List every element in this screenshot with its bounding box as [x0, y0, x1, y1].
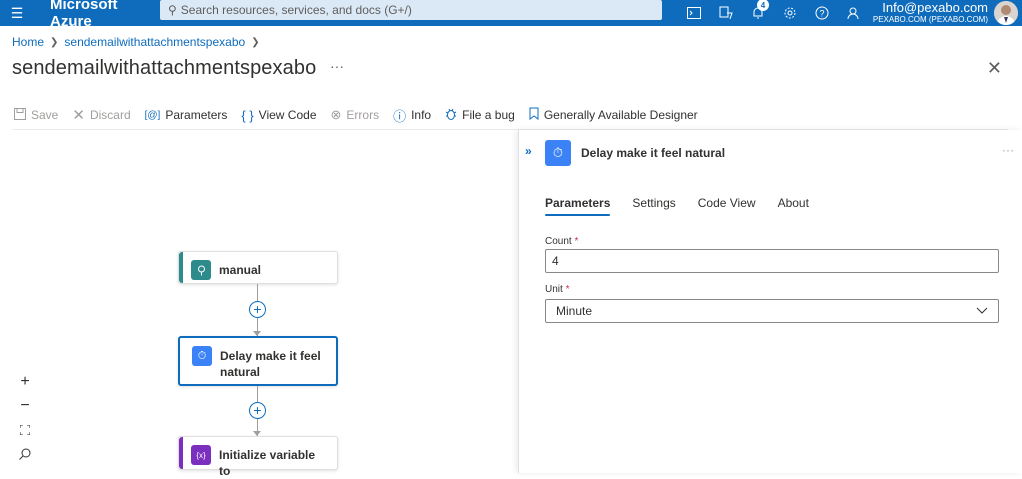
page-title: sendemailwithattachmentspexabo	[12, 57, 317, 79]
unit-label-text: Unit	[545, 284, 563, 295]
required-marker: *	[574, 236, 579, 247]
account-info[interactable]: Info@pexabo.com PEXABO.COM (PEXABO.COM)	[873, 0, 988, 24]
node-label: Delay make it feel natural	[220, 349, 321, 379]
svg-text:?: ?	[819, 9, 824, 19]
node-label: manual	[219, 263, 262, 277]
errors-button[interactable]: ⊗ Errors	[331, 107, 380, 123]
directory-filter-icon[interactable]	[710, 0, 742, 26]
zoom-controls: + −	[12, 370, 38, 466]
discard-label: Discard	[89, 108, 131, 122]
info-icon: ⓘ	[393, 108, 407, 124]
tab-parameters[interactable]: Parameters	[545, 196, 611, 216]
panel-tabs: Parameters Settings Code View About	[545, 196, 809, 216]
count-field-label: Count *	[545, 236, 578, 247]
bug-icon	[445, 107, 457, 123]
breadcrumb-home[interactable]: Home	[12, 35, 44, 49]
view-code-button[interactable]: { } View Code	[241, 108, 316, 123]
insert-step-button[interactable]: +	[249, 301, 266, 318]
notification-badge: 4	[757, 0, 769, 11]
node-delay[interactable]: ⏱ Delay make it feel natural	[178, 336, 338, 386]
fit-view-icon[interactable]	[12, 418, 38, 442]
more-options-icon[interactable]: ···	[1002, 143, 1014, 157]
tab-code-view[interactable]: Code View	[698, 196, 756, 216]
chevron-right-icon: ❯	[50, 36, 59, 48]
parameters-icon: [@]	[144, 109, 161, 121]
parameters-button[interactable]: [@] Parameters	[145, 108, 228, 122]
unit-selected-value: Minute	[556, 304, 593, 318]
panel-title[interactable]: Delay make it feel natural	[581, 146, 725, 160]
bookmark-icon	[529, 107, 539, 123]
save-icon	[14, 107, 26, 123]
close-button[interactable]: ✕	[987, 58, 1002, 79]
parameters-label: Parameters	[165, 108, 228, 122]
workflow-canvas[interactable]: manual + ⏱ Delay make it feel natural + …	[0, 130, 518, 478]
code-braces-icon: { }	[241, 107, 254, 123]
account-name: Info@pexabo.com	[882, 0, 988, 15]
trigger-icon	[191, 260, 211, 280]
chevron-down-icon	[976, 304, 988, 318]
unit-field-label: Unit *	[545, 284, 569, 295]
search-zoom-icon[interactable]	[12, 442, 38, 466]
required-marker: *	[565, 284, 570, 295]
breadcrumb-current[interactable]: sendemailwithattachmentspexabo	[64, 35, 245, 49]
search-icon: ⚲	[168, 3, 177, 17]
insert-step-button[interactable]: +	[249, 402, 266, 419]
action-details-panel: » ⏱ Delay make it feel natural ··· Param…	[518, 130, 1022, 473]
unit-dropdown[interactable]: Minute	[545, 299, 999, 323]
node-label: Initialize variable to	[219, 448, 316, 478]
info-button[interactable]: ⓘ Info	[393, 106, 431, 125]
file-bug-label: File a bug	[462, 108, 515, 122]
designer-label: Generally Available Designer	[543, 108, 698, 122]
discard-x-icon: ✕	[72, 107, 85, 124]
more-options-button[interactable]: ···	[330, 58, 344, 74]
collapse-panel-icon[interactable]: »	[525, 144, 532, 158]
tab-settings[interactable]: Settings	[632, 196, 675, 216]
errors-label: Errors	[346, 108, 380, 122]
designer-button[interactable]: Generally Available Designer	[529, 107, 698, 123]
timer-icon: ⏱	[192, 346, 212, 366]
error-circle-icon: ⊗	[330, 107, 342, 122]
feedback-icon[interactable]	[838, 0, 870, 26]
variable-icon: {x}	[191, 445, 211, 465]
file-bug-button[interactable]: File a bug	[445, 107, 515, 123]
brand-label[interactable]: Microsoft Azure	[50, 0, 160, 30]
settings-gear-icon[interactable]	[774, 0, 806, 26]
node-manual-trigger[interactable]: manual	[178, 251, 338, 284]
chevron-right-icon: ❯	[251, 36, 260, 48]
top-bar: ☰ Microsoft Azure ⚲ 4 ? Info@pexabo.com …	[0, 0, 1022, 30]
save-label: Save	[31, 108, 59, 122]
account-directory: PEXABO.COM (PEXABO.COM)	[872, 15, 988, 24]
avatar[interactable]	[994, 1, 1018, 25]
cloud-shell-icon[interactable]	[678, 0, 710, 26]
notifications-icon[interactable]: 4	[742, 0, 774, 26]
menu-icon[interactable]: ☰	[0, 0, 34, 26]
designer-toolbar: Save ✕ Discard [@] Parameters { } View C…	[14, 106, 712, 124]
zoom-in-button[interactable]: +	[12, 370, 38, 394]
search-input[interactable]	[180, 3, 641, 17]
save-button[interactable]: Save	[14, 107, 59, 123]
zoom-out-button[interactable]: −	[12, 394, 38, 418]
breadcrumb: Home ❯ sendemailwithattachmentspexabo ❯	[12, 35, 260, 49]
count-input[interactable]	[545, 249, 999, 273]
node-accent-bar	[179, 252, 183, 283]
view-code-label: View Code	[258, 108, 317, 122]
discard-button[interactable]: ✕ Discard	[72, 106, 130, 124]
timer-icon: ⏱	[545, 140, 571, 166]
tab-about[interactable]: About	[778, 196, 809, 216]
help-icon[interactable]: ?	[806, 0, 838, 26]
node-initialize-variable[interactable]: {x} Initialize variable to	[178, 436, 338, 478]
top-icons: 4 ?	[678, 0, 870, 26]
info-label: Info	[411, 108, 432, 122]
node-accent-bar	[179, 437, 183, 469]
count-label-text: Count	[545, 236, 572, 247]
search-box[interactable]: ⚲	[160, 0, 662, 20]
